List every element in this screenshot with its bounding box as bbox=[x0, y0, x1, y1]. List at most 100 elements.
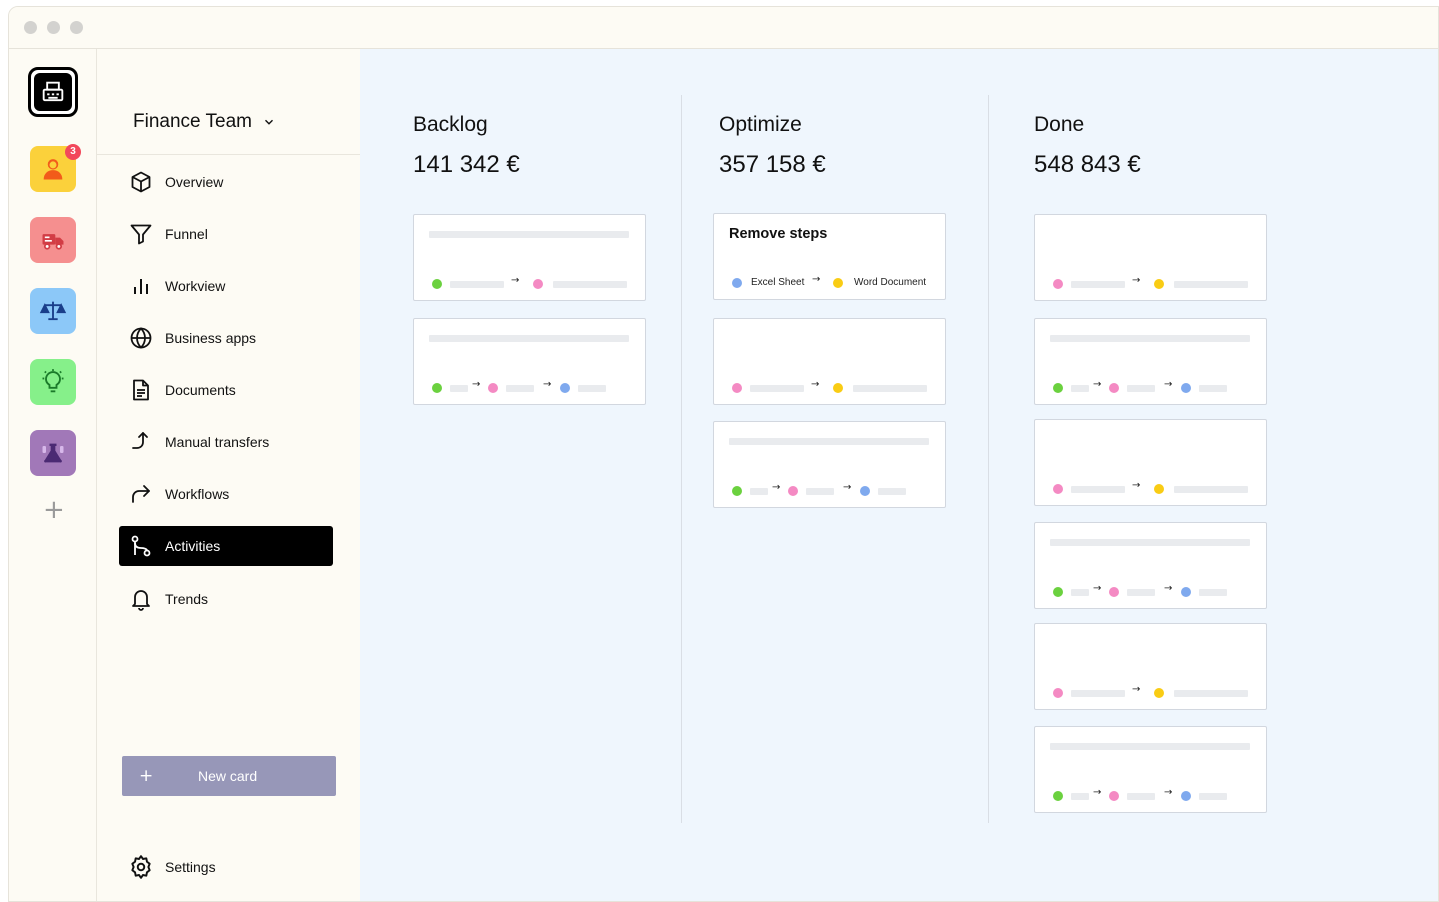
rail-lab-button[interactable] bbox=[30, 430, 76, 476]
arrow-icon: → bbox=[1132, 480, 1141, 491]
sidebar-divider bbox=[97, 154, 360, 155]
arrow-icon: → bbox=[811, 379, 820, 390]
arrow-icon: → bbox=[772, 482, 781, 493]
redirect-icon bbox=[128, 481, 154, 507]
card-source-label: Excel Sheet bbox=[751, 277, 805, 288]
notification-badge: 3 bbox=[65, 144, 81, 160]
arrow-icon: → bbox=[1164, 787, 1173, 798]
kanban-card[interactable]: → → bbox=[413, 318, 646, 405]
team-selector[interactable]: Finance Team bbox=[133, 111, 276, 133]
sidebar-item-activities[interactable]: Activities bbox=[119, 526, 333, 566]
status-dot bbox=[1053, 791, 1063, 801]
scale-icon bbox=[39, 301, 67, 321]
sidebar-item-funnel[interactable]: Funnel bbox=[119, 214, 333, 254]
kanban-card[interactable]: → bbox=[413, 214, 646, 301]
sidebar-item-label: Workflows bbox=[165, 486, 230, 502]
column-amount: 141 342 € bbox=[413, 151, 520, 178]
status-dot bbox=[1154, 688, 1164, 698]
status-dot bbox=[1181, 791, 1191, 801]
arrow-icon: → bbox=[1093, 787, 1102, 798]
rail-bulb-button[interactable] bbox=[30, 359, 76, 405]
board-area: Backlog 141 342 € → → → Optimize 357 158… bbox=[360, 49, 1438, 901]
bell-icon bbox=[128, 586, 154, 612]
sidebar-item-label: Trends bbox=[165, 591, 209, 607]
kanban-card[interactable]: → → bbox=[1034, 726, 1267, 813]
lightbulb-icon bbox=[42, 369, 64, 393]
lab-icon bbox=[42, 443, 64, 463]
sidebar-item-label: Activities bbox=[165, 538, 221, 554]
sidebar-item-label: Overview bbox=[165, 174, 224, 190]
arrow-icon: → bbox=[1093, 583, 1102, 594]
sidebar-item-trends[interactable]: Trends bbox=[119, 579, 333, 619]
rail-home-button[interactable] bbox=[28, 67, 78, 117]
kanban-card[interactable]: → → bbox=[713, 421, 946, 508]
gear-icon bbox=[128, 854, 154, 880]
kanban-card[interactable]: → bbox=[1034, 419, 1267, 506]
kanban-card[interactable]: → bbox=[1034, 623, 1267, 710]
status-dot bbox=[1181, 383, 1191, 393]
kanban-card-remove-steps[interactable]: Remove steps Excel Sheet → Word Document bbox=[713, 213, 946, 300]
status-dot bbox=[533, 279, 543, 289]
settings-button[interactable]: Settings bbox=[119, 847, 333, 887]
team-name: Finance Team bbox=[133, 111, 252, 132]
git-branch-icon bbox=[128, 533, 154, 559]
cash-register-icon bbox=[34, 73, 72, 111]
kanban-card[interactable]: → → bbox=[1034, 522, 1267, 609]
truck-icon bbox=[42, 234, 64, 250]
status-dot bbox=[833, 278, 843, 288]
new-card-button[interactable]: + New card bbox=[122, 756, 336, 796]
column-divider bbox=[681, 95, 682, 823]
chevron-down-icon bbox=[265, 119, 273, 125]
rail-truck-button[interactable] bbox=[30, 217, 76, 263]
cube-icon bbox=[128, 169, 154, 195]
app-window: 3 + Finance Team Overview Funnel Workvie… bbox=[8, 6, 1439, 902]
window-close-button[interactable] bbox=[24, 21, 37, 34]
globe-icon bbox=[128, 325, 154, 351]
card-title: Remove steps bbox=[729, 226, 828, 242]
sidebar-item-manual-transfers[interactable]: Manual transfers bbox=[119, 422, 333, 462]
sidebar-item-workflows[interactable]: Workflows bbox=[119, 474, 333, 514]
status-dot bbox=[1109, 587, 1119, 597]
status-dot bbox=[1154, 279, 1164, 289]
status-dot bbox=[860, 486, 870, 496]
column-divider bbox=[988, 95, 989, 823]
sidebar: Finance Team Overview Funnel Workview Bu… bbox=[97, 49, 360, 901]
sidebar-item-business-apps[interactable]: Business apps bbox=[119, 318, 333, 358]
status-dot bbox=[732, 278, 742, 288]
rail-person-button[interactable]: 3 bbox=[30, 144, 81, 192]
arrow-icon: → bbox=[1132, 275, 1141, 286]
status-dot bbox=[732, 383, 742, 393]
status-dot bbox=[732, 486, 742, 496]
status-dot bbox=[1053, 484, 1063, 494]
column-amount: 357 158 € bbox=[719, 151, 826, 178]
kanban-card[interactable]: → bbox=[713, 318, 946, 405]
sidebar-item-workview[interactable]: Workview bbox=[119, 266, 333, 306]
status-dot bbox=[1053, 688, 1063, 698]
person-icon bbox=[43, 159, 63, 180]
status-dot bbox=[1154, 484, 1164, 494]
sidebar-item-label: Workview bbox=[165, 278, 226, 294]
column-title: Backlog bbox=[413, 113, 488, 136]
arrow-icon: → bbox=[812, 274, 821, 285]
sidebar-item-label: Business apps bbox=[165, 330, 257, 346]
status-dot bbox=[788, 486, 798, 496]
arrow-icon: → bbox=[1132, 684, 1141, 695]
arrow-icon: → bbox=[1164, 583, 1173, 594]
status-dot bbox=[1109, 791, 1119, 801]
arrow-icon: → bbox=[511, 275, 520, 286]
arrow-icon: → bbox=[543, 379, 552, 390]
add-app-icon[interactable]: + bbox=[43, 497, 65, 523]
sidebar-item-documents[interactable]: Documents bbox=[119, 370, 333, 410]
kanban-card[interactable]: → bbox=[1034, 214, 1267, 301]
sidebar-item-label: Funnel bbox=[165, 226, 208, 242]
rail-scale-button[interactable] bbox=[30, 288, 76, 334]
title-bar bbox=[9, 7, 1438, 49]
kanban-card[interactable]: → → bbox=[1034, 318, 1267, 405]
window-minimize-button[interactable] bbox=[47, 21, 60, 34]
sidebar-item-overview[interactable]: Overview bbox=[119, 162, 333, 202]
status-dot bbox=[1053, 587, 1063, 597]
column-title: Optimize bbox=[719, 113, 802, 136]
status-dot bbox=[1053, 383, 1063, 393]
status-dot bbox=[432, 383, 442, 393]
window-maximize-button[interactable] bbox=[70, 21, 83, 34]
